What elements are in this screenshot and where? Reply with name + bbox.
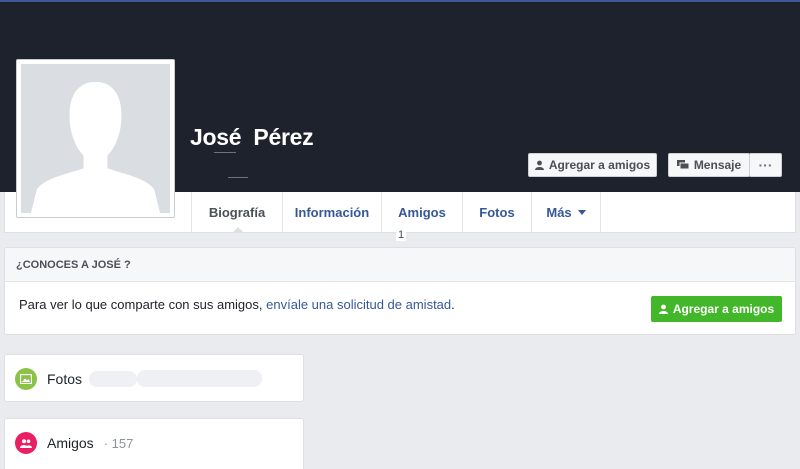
name-underline: [214, 152, 236, 153]
photo-icon: [15, 368, 37, 390]
tab-mas[interactable]: Más: [531, 192, 601, 232]
person-icon: [534, 160, 544, 170]
friends-card-title[interactable]: Amigos · 157: [15, 432, 133, 454]
profile-tabs: Biografía Información Amigos Fotos Más: [191, 192, 601, 233]
tab-fotos[interactable]: Fotos: [462, 192, 531, 232]
silhouette-icon: [30, 81, 161, 213]
tab-biografia[interactable]: Biografía: [191, 192, 282, 233]
friends-card: Amigos · 157: [4, 418, 304, 469]
send-request-link[interactable]: envíale una solicitud de amistad: [266, 297, 451, 312]
active-tab-indicator: [232, 227, 244, 233]
know-card-heading: ¿CONOCES A JOSÉ ?: [5, 248, 795, 282]
message-icon: [676, 160, 689, 170]
message-button[interactable]: Mensaje: [668, 153, 750, 177]
more-options-button[interactable]: ···: [749, 153, 782, 177]
tab-informacion[interactable]: Información: [282, 192, 381, 232]
photos-card: Fotos 1571: [4, 354, 304, 402]
profile-picture[interactable]: [16, 59, 175, 218]
add-friend-label: Agregar a amigos: [548, 158, 651, 172]
person-icon: [658, 304, 668, 314]
profile-name[interactable]: José Pérez: [190, 124, 314, 151]
first-name: José: [190, 124, 242, 150]
name-underline: [228, 177, 248, 178]
last-name: Pérez: [253, 124, 314, 150]
add-friend-button[interactable]: Agregar a amigos: [528, 153, 657, 177]
friends-icon: [15, 432, 37, 454]
more-options-label: ···: [758, 157, 773, 173]
message-label: Mensaje: [693, 158, 742, 172]
caret-down-icon: [577, 209, 586, 215]
know-user-card: ¿CONOCES A JOSÉ ? Para ver lo que compar…: [4, 247, 796, 335]
know-card-text: Para ver lo que comparte con sus amigos,…: [19, 297, 455, 312]
add-friend-green-button[interactable]: Agregar a amigos: [651, 296, 782, 322]
redacted-strip: [89, 371, 137, 387]
tab-amigos[interactable]: Amigos: [381, 192, 462, 232]
friends-tab-count: 1: [396, 229, 407, 241]
redacted-strip: [137, 370, 262, 387]
